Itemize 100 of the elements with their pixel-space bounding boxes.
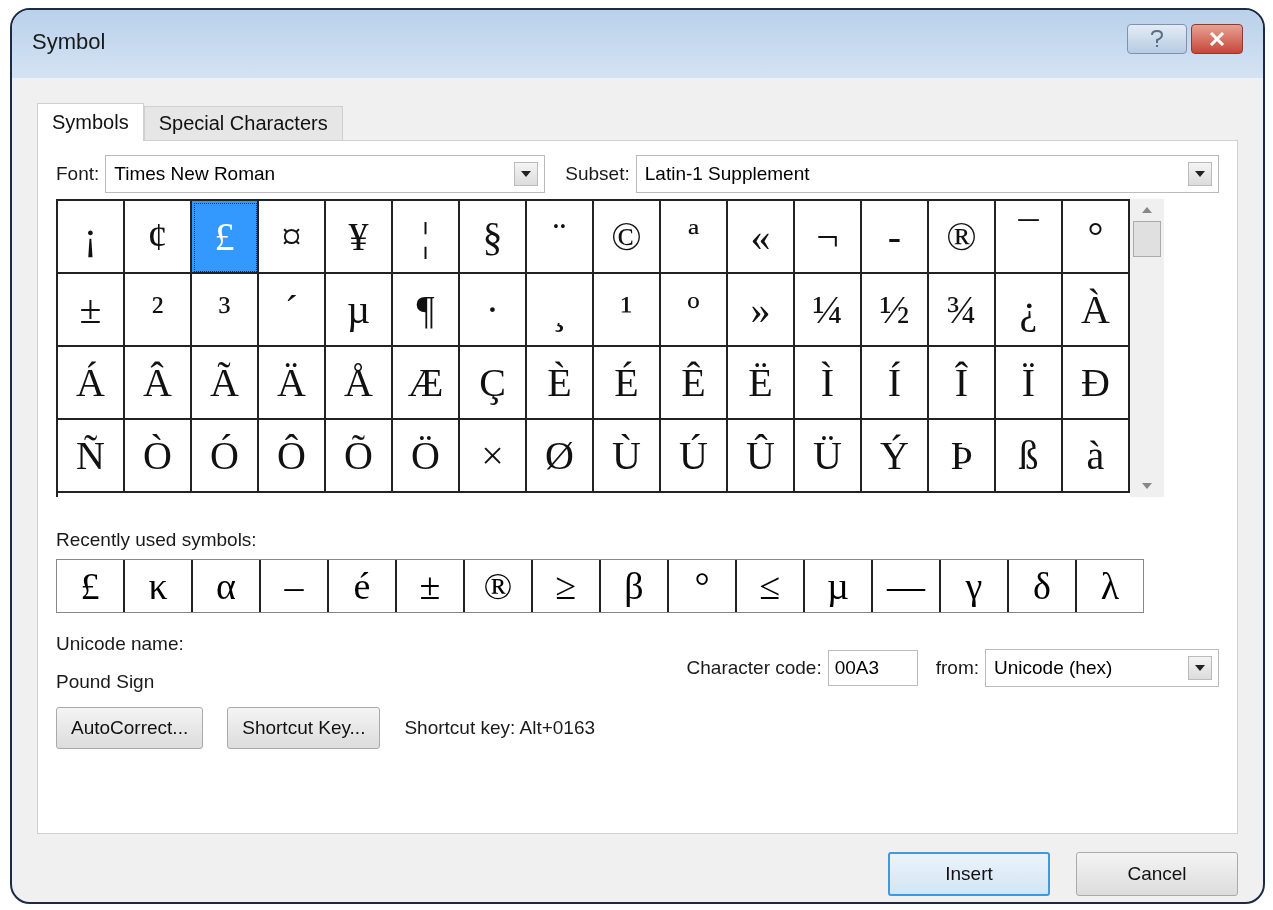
symbol-cell[interactable]: ß (996, 420, 1063, 493)
symbol-cell[interactable]: ¾ (929, 274, 996, 347)
symbol-cell[interactable]: Å (326, 347, 393, 420)
symbol-cell[interactable]: Ñ (58, 420, 125, 493)
symbol-cell[interactable]: Ô (259, 420, 326, 493)
from-dropdown[interactable]: Unicode (hex) (985, 649, 1219, 687)
symbol-cell[interactable]: Î (929, 347, 996, 420)
unicode-name-value: Pound Sign (56, 671, 156, 693)
font-label: Font: (56, 163, 100, 185)
close-icon (1209, 32, 1225, 46)
symbol-cell[interactable]: ² (125, 274, 192, 347)
symbol-cell[interactable]: È (527, 347, 594, 420)
scroll-thumb[interactable] (1133, 221, 1161, 257)
symbol-cell[interactable]: Ì (795, 347, 862, 420)
symbol-cell[interactable]: ¥ (326, 201, 393, 274)
recent-symbol-cell[interactable]: ± (397, 560, 465, 612)
recent-symbol-cell[interactable]: δ (1009, 560, 1077, 612)
symbol-cell[interactable]: Ò (125, 420, 192, 493)
symbol-cell[interactable]: Ú (661, 420, 728, 493)
tab[interactable]: Special Characters (143, 106, 343, 140)
symbol-cell[interactable]: ¼ (795, 274, 862, 347)
dialog-button[interactable]: Cancel (1076, 852, 1238, 896)
symbol-cell[interactable]: ¡ (58, 201, 125, 274)
symbol-cell[interactable]: ¯ (996, 201, 1063, 274)
scrollbar[interactable] (1130, 199, 1164, 497)
window-title: Symbol (32, 29, 106, 55)
symbol-cell[interactable]: × (460, 420, 527, 493)
symbol-cell[interactable]: ¬ (795, 201, 862, 274)
symbol-cell[interactable]: ³ (192, 274, 259, 347)
symbol-cell[interactable]: º (661, 274, 728, 347)
symbol-cell[interactable]: Ý (862, 420, 929, 493)
subset-dropdown[interactable]: Latin-1 Supplement (635, 155, 1219, 193)
symbol-cell[interactable]: ± (58, 274, 125, 347)
symbol-cell[interactable]: Ö (393, 420, 460, 493)
symbol-cell[interactable]: Ø (527, 420, 594, 493)
recent-symbol-cell[interactable]: ® (465, 560, 533, 612)
symbol-cell[interactable]: ¦ (393, 201, 460, 274)
recent-symbol-cell[interactable]: ° (669, 560, 737, 612)
recent-symbol-cell[interactable]: é (329, 560, 397, 612)
symbol-cell[interactable]: Á (58, 347, 125, 420)
unicode-name-label: Unicode name: (56, 633, 184, 655)
recent-symbol-cell[interactable]: ≥ (533, 560, 601, 612)
symbol-cell[interactable]: Æ (393, 347, 460, 420)
subset-label: Subset: (565, 163, 630, 185)
recent-symbol-cell[interactable]: – (261, 560, 329, 612)
symbol-cell[interactable]: ½ (862, 274, 929, 347)
symbol-cell[interactable]: © (594, 201, 661, 274)
recent-symbol-cell[interactable]: £ (57, 560, 125, 612)
symbol-cell[interactable]: Â (125, 347, 192, 420)
symbol-cell[interactable]: ¤ (259, 201, 326, 274)
symbol-cell[interactable]: Ï (996, 347, 1063, 420)
help-button[interactable] (1127, 24, 1187, 54)
symbol-cell[interactable]: É (594, 347, 661, 420)
symbol-cell[interactable]: Ë (728, 347, 795, 420)
recent-symbol-cell[interactable]: κ (125, 560, 193, 612)
symbol-cell[interactable]: § (460, 201, 527, 274)
from-label: from: (935, 657, 979, 679)
character-code-label: Character code: (686, 657, 822, 679)
recent-symbol-cell[interactable]: β (601, 560, 669, 612)
symbol-cell[interactable]: Ó (192, 420, 259, 493)
symbol-cell[interactable]: ´ (259, 274, 326, 347)
symbol-cell[interactable]: Õ (326, 420, 393, 493)
symbol-cell[interactable]: Û (728, 420, 795, 493)
recent-symbol-cell[interactable]: γ (941, 560, 1009, 612)
symbol-cell[interactable]: Þ (929, 420, 996, 493)
symbol-cell[interactable]: ¸ (527, 274, 594, 347)
dialog-button[interactable]: Insert (888, 852, 1050, 896)
recent-symbol-cell[interactable]: µ (805, 560, 873, 612)
recent-symbol-cell[interactable]: — (873, 560, 941, 612)
recent-symbol-cell[interactable]: λ (1077, 560, 1143, 612)
symbol-cell[interactable]: Ü (795, 420, 862, 493)
scroll-down-icon[interactable] (1142, 483, 1152, 489)
dialog-button[interactable]: Shortcut Key... (227, 707, 381, 749)
symbol-cell[interactable]: Ä (259, 347, 326, 420)
symbol-cell[interactable]: · (460, 274, 527, 347)
recent-symbols-label: Recently used symbols: (56, 529, 258, 551)
symbol-cell[interactable]: ¿ (996, 274, 1063, 347)
symbol-cell[interactable]: µ (326, 274, 393, 347)
character-code-field[interactable]: 00A3 (827, 650, 918, 686)
tab[interactable]: Symbols (37, 103, 144, 141)
symbol-cell[interactable]: ¹ (594, 274, 661, 347)
help-icon (1149, 29, 1165, 49)
close-button[interactable] (1191, 24, 1243, 54)
recent-symbol-cell[interactable]: α (193, 560, 261, 612)
symbol-cell[interactable]: ¨ (527, 201, 594, 274)
recent-symbol-cell[interactable]: ≤ (737, 560, 805, 612)
symbol-cell[interactable]: ® (929, 201, 996, 274)
symbol-cell[interactable]: Í (862, 347, 929, 420)
scroll-up-icon[interactable] (1142, 207, 1152, 213)
symbol-cell[interactable]: « (728, 201, 795, 274)
symbol-cell[interactable]: ¶ (393, 274, 460, 347)
symbol-cell[interactable]: » (728, 274, 795, 347)
symbol-cell[interactable]: Ù (594, 420, 661, 493)
symbol-cell[interactable]: Ê (661, 347, 728, 420)
symbol-cell[interactable]: - (862, 201, 929, 274)
dialog-button[interactable]: AutoCorrect... (56, 707, 204, 749)
font-dropdown[interactable]: Times New Roman (105, 155, 546, 193)
symbol-cell[interactable]: Ç (460, 347, 527, 420)
symbol-cell[interactable]: ª (661, 201, 728, 274)
symbol-cell[interactable]: Ã (192, 347, 259, 420)
